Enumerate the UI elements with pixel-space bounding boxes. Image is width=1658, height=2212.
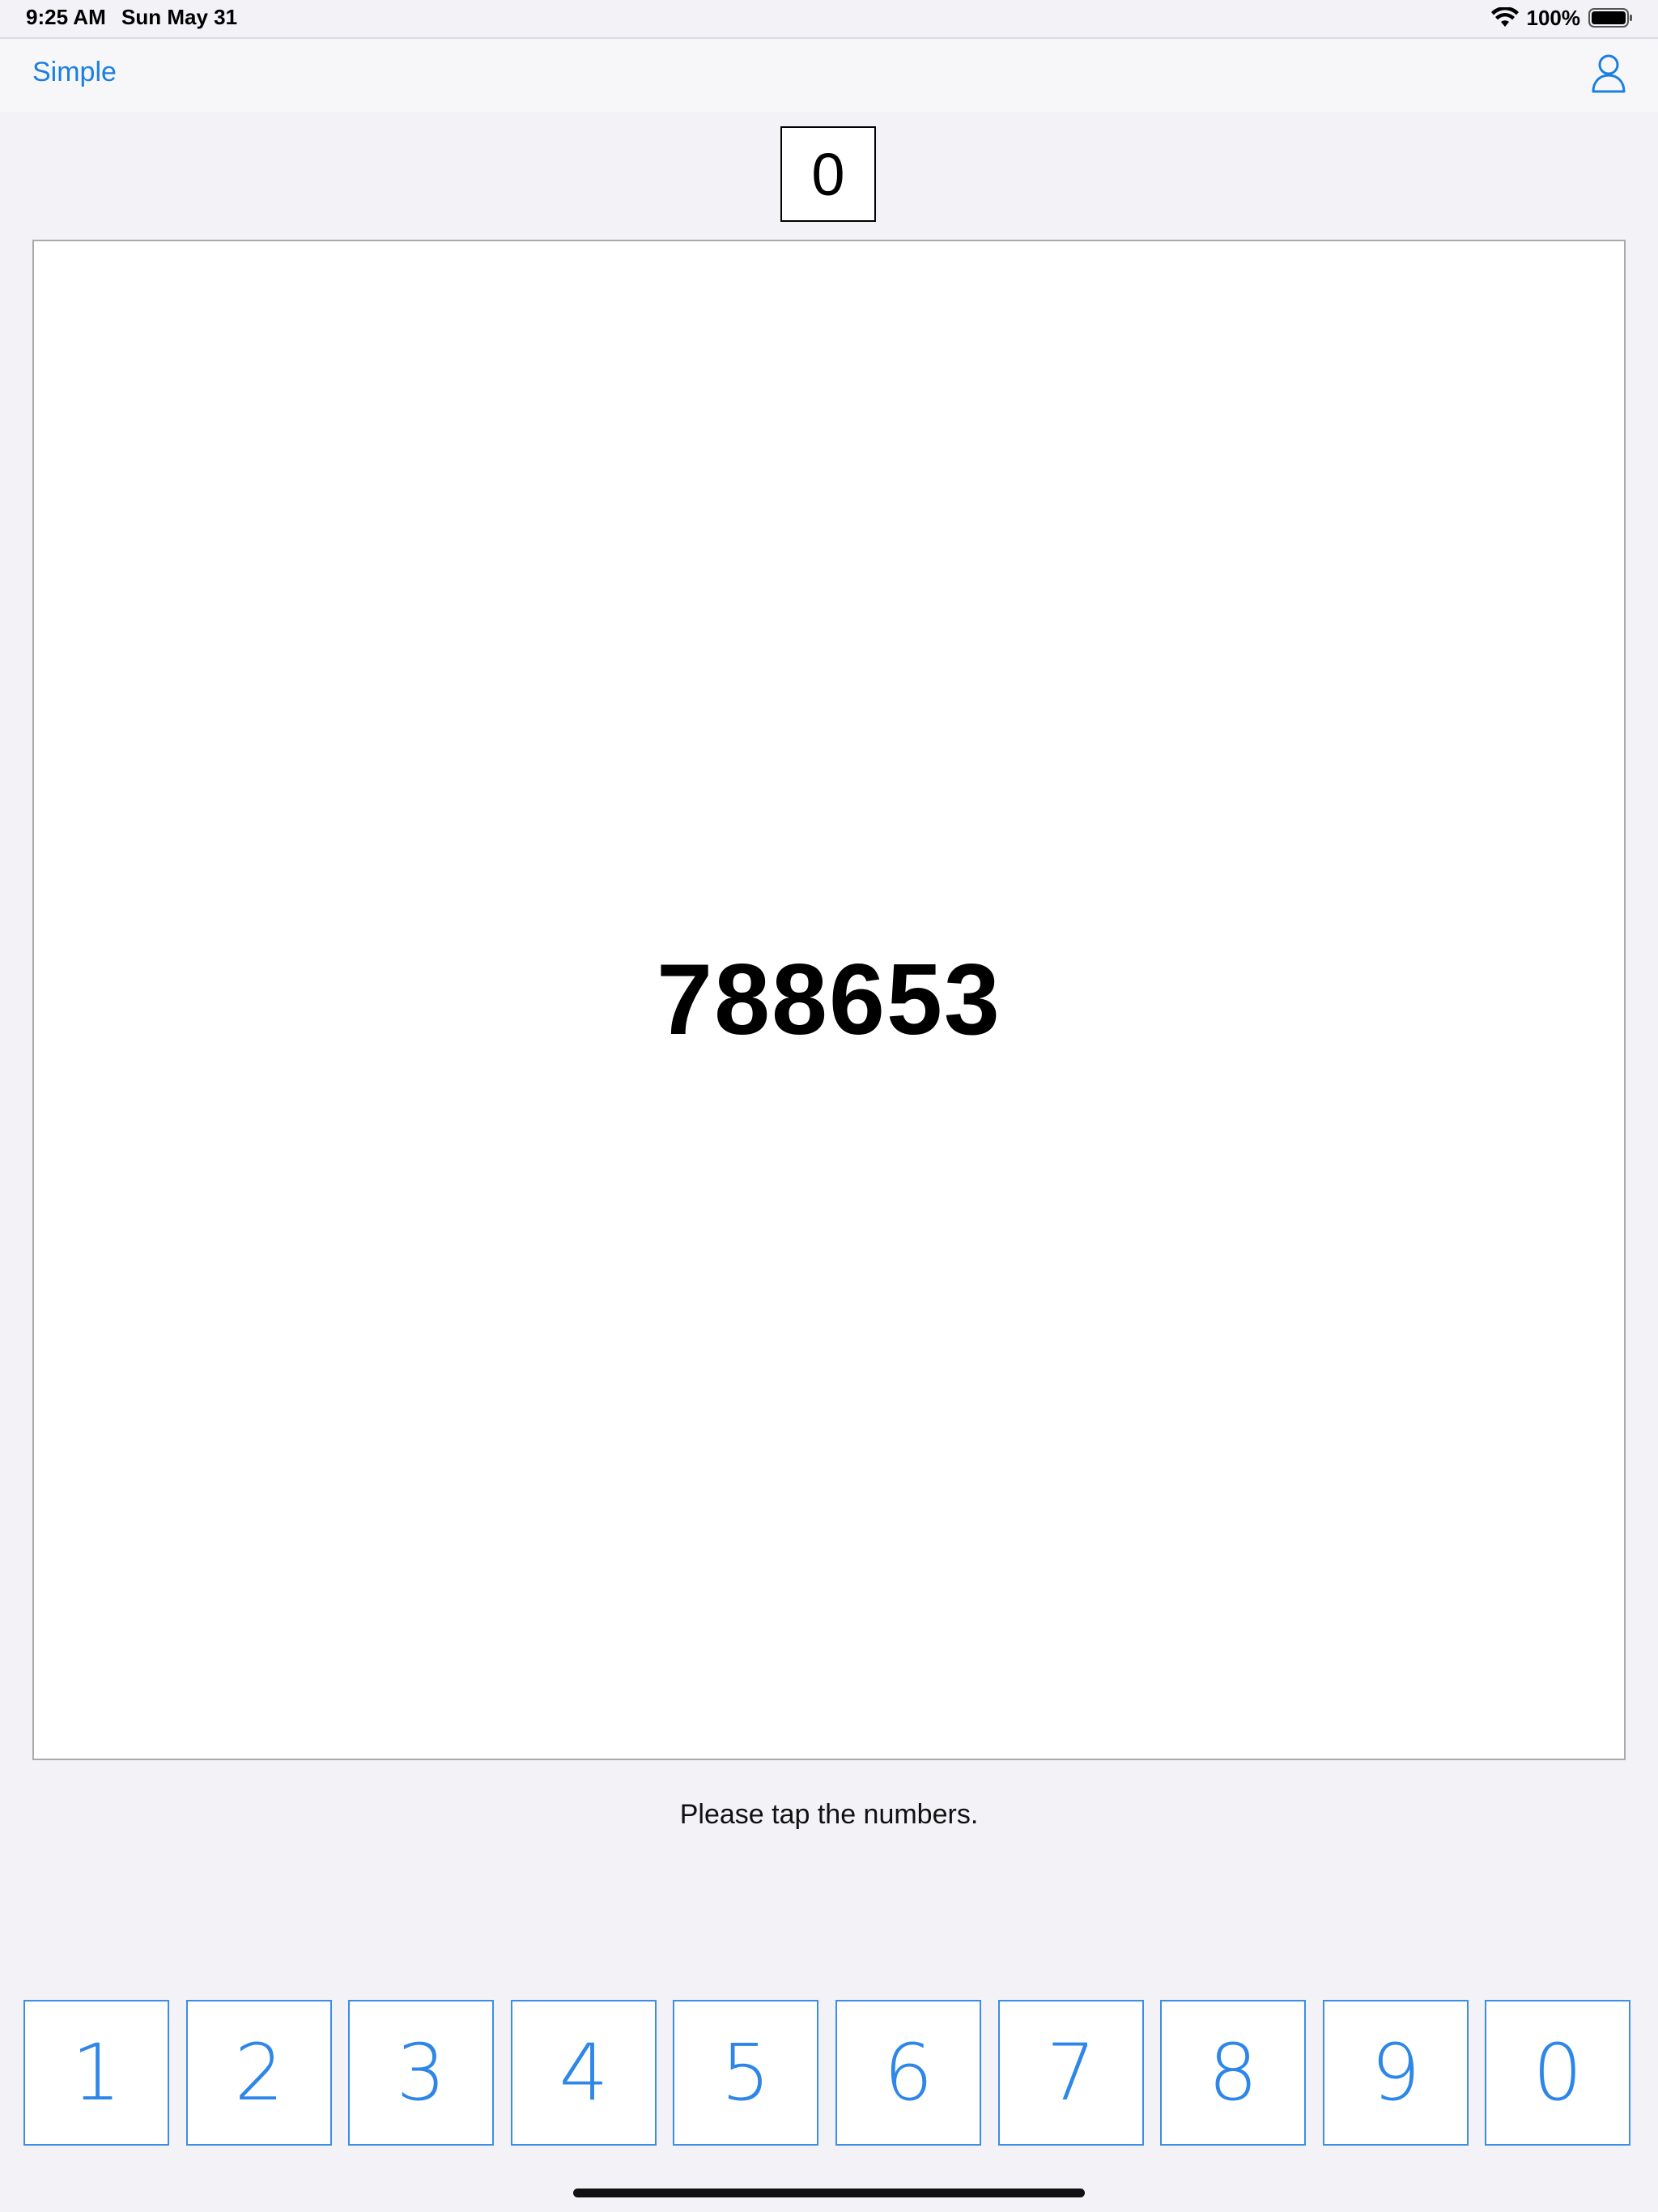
back-button[interactable]: Simple [32, 57, 117, 88]
key-1[interactable]: 1 [23, 2000, 169, 2146]
key-4[interactable]: 4 [511, 2000, 657, 2146]
key-7[interactable]: 7 [998, 2000, 1144, 2146]
status-indicators: 100% [1490, 3, 1635, 32]
key-2[interactable]: 2 [186, 2000, 332, 2146]
key-0[interactable]: 0 [1485, 2000, 1630, 2146]
key-8[interactable]: 8 [1160, 2000, 1306, 2146]
number-keypad: 1 2 3 4 5 6 7 8 9 0 [23, 2000, 1635, 2147]
home-indicator[interactable] [573, 2189, 1085, 2197]
key-9[interactable]: 9 [1323, 2000, 1469, 2146]
key-5[interactable]: 5 [673, 2000, 818, 2146]
battery-icon [1588, 8, 1632, 28]
instruction-text: Please tap the numbers. [679, 1799, 979, 1830]
status-bar: 9:25 AM Sun May 31 100% [0, 0, 1658, 37]
wifi-icon [1490, 7, 1519, 27]
score-counter: 0 [780, 126, 876, 222]
status-time: 9:25 AM [26, 5, 106, 29]
key-6[interactable]: 6 [835, 2000, 981, 2146]
key-3[interactable]: 3 [348, 2000, 494, 2146]
status-date: Sun May 31 [121, 5, 238, 29]
target-number: 788653 [657, 944, 1001, 1056]
person-icon[interactable] [1590, 53, 1627, 94]
battery-percentage: 100% [1526, 5, 1581, 30]
navigation-bar: Simple [0, 37, 1658, 112]
number-display-panel: 788653 [32, 240, 1626, 1760]
